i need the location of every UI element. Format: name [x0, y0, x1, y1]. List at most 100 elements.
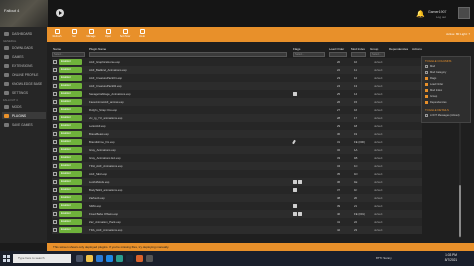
enabled-toggle[interactable]: Enabled	[59, 131, 82, 137]
row-checkbox[interactable]	[53, 164, 57, 168]
name-filter[interactable]: Select...	[52, 52, 85, 57]
enabled-toggle[interactable]: Enabled	[59, 139, 82, 145]
table-row[interactable]: Enabled ZaZout4.esp 38 20 default	[52, 194, 422, 202]
checkbox-checked[interactable]	[425, 95, 428, 98]
group-value[interactable]: default	[374, 76, 382, 80]
row-checkbox[interactable]	[53, 84, 57, 88]
table-row[interactable]: Enabled SavageCabbage_Animations.esp 25 14 d…	[52, 90, 422, 98]
group-filter[interactable]: Select...	[370, 52, 385, 57]
group-value[interactable]: default	[374, 92, 382, 96]
enabled-toggle[interactable]: Enabled	[59, 83, 82, 89]
table-row[interactable]: Enabled FaceAnimsAAF_animat.esp 26 15 defaul…	[52, 98, 422, 106]
column-header-dependencies[interactable]: Dependencies	[389, 47, 408, 51]
taskbar-clock[interactable]: 1:03 PM 8/7/2021	[439, 253, 463, 263]
bell-icon[interactable]: 🔔	[416, 10, 425, 18]
sidebar-item-plugins[interactable]: PLUGINS	[2, 112, 46, 119]
group-value[interactable]: default	[374, 180, 382, 184]
sidebar-item-settings[interactable]: SETTINGS	[2, 89, 46, 96]
table-row[interactable]: Enabled AAF_CreaturePackO1.esp 23 12 default	[52, 74, 422, 82]
enabled-toggle[interactable]: Enabled	[59, 91, 82, 97]
enabled-toggle[interactable]: Enabled	[59, 171, 82, 177]
table-row[interactable]: Enabled Gray_Animations Ext.esp 33 1B defaul…	[52, 154, 422, 162]
play-icon[interactable]	[56, 9, 64, 17]
sidebar-item-games[interactable]: GAMES	[2, 53, 46, 60]
sidebar-item-downloads[interactable]: DOWNLOADS	[2, 44, 46, 51]
weather-widget[interactable]: 87°F Sunny	[376, 256, 392, 260]
checkbox-checked[interactable]	[425, 101, 428, 104]
row-checkbox[interactable]	[53, 204, 57, 208]
enabled-toggle[interactable]: Enabled	[59, 195, 82, 201]
row-checkbox[interactable]	[53, 116, 57, 120]
checkbox-checked[interactable]	[425, 77, 428, 80]
group-value[interactable]: default	[374, 188, 382, 192]
row-checkbox[interactable]	[53, 212, 57, 216]
steam-icon[interactable]	[126, 255, 133, 262]
row-checkbox[interactable]	[53, 60, 57, 64]
sidebar-item-online-profile[interactable]: ONLINE PROFILE	[2, 71, 46, 78]
enabled-toggle[interactable]: Enabled	[59, 163, 82, 169]
sidebar-item-knowledge-base[interactable]: KNOWLEDGE BASE	[2, 80, 46, 87]
row-checkbox[interactable]	[53, 172, 57, 176]
enabled-toggle[interactable]: Enabled	[59, 179, 82, 185]
group-value[interactable]: default	[374, 132, 382, 136]
row-checkbox[interactable]	[53, 100, 57, 104]
enabled-toggle[interactable]: Enabled	[59, 123, 82, 129]
edge-icon[interactable]	[96, 255, 103, 262]
enabled-toggle[interactable]: Enabled	[59, 155, 82, 161]
group-value[interactable]: default	[374, 228, 382, 232]
row-checkbox[interactable]	[53, 124, 57, 128]
row-checkbox[interactable]	[53, 196, 57, 200]
table-row[interactable]: Enabled TDA_AAF_Animations.esp 42 23 default	[52, 226, 422, 234]
plugin-filter[interactable]	[89, 52, 287, 57]
scrollbar-thumb[interactable]	[459, 185, 461, 237]
load-order-filter[interactable]	[329, 52, 347, 57]
group-value[interactable]: default	[374, 164, 382, 168]
group-value[interactable]: default	[374, 124, 382, 128]
row-checkbox[interactable]	[53, 68, 57, 72]
group-value[interactable]: default	[374, 156, 382, 160]
task-view-icon[interactable]	[76, 255, 83, 262]
group-value[interactable]: default	[374, 204, 382, 208]
enabled-toggle[interactable]: Enabled	[59, 203, 82, 209]
enabled-toggle[interactable]: Enabled	[59, 211, 82, 217]
checkbox-checked[interactable]	[425, 89, 428, 92]
row-checkbox[interactable]	[53, 76, 57, 80]
enabled-toggle[interactable]: Enabled	[59, 219, 82, 225]
store-icon[interactable]	[116, 255, 123, 262]
table-row[interactable]: Enabled LeitoAAF.esp 29 18 default	[52, 122, 422, 130]
enabled-toggle[interactable]: Enabled	[59, 59, 82, 65]
windows-start-icon[interactable]	[3, 255, 10, 262]
table-row[interactable]: Enabled TDH_AAF_Animations.esp 34 1C default	[52, 162, 422, 170]
toggle-mod-column[interactable]: Mod	[425, 65, 435, 68]
table-row[interactable]: Enabled Rufgt's_Strap Ons.esp 27 16 default	[52, 106, 422, 114]
enabled-toggle[interactable]: Enabled	[59, 99, 82, 105]
flags-filter[interactable]: Select...	[293, 52, 325, 57]
row-checkbox[interactable]	[53, 148, 57, 152]
open-button[interactable]: Open	[100, 28, 116, 41]
sidebar-item-save-games[interactable]: SAVE GAMES	[2, 121, 46, 128]
group-value[interactable]: default	[374, 212, 382, 216]
enabled-toggle[interactable]: Enabled	[59, 115, 82, 121]
enabled-toggle[interactable]: Enabled	[59, 187, 82, 193]
table-row[interactable]: Enabled AAF_SEU.esp 35 1D default	[52, 170, 422, 178]
taskbar-search-input[interactable]: Type here to search	[13, 254, 71, 263]
refresh-button[interactable]: Refresh	[49, 28, 65, 41]
toggle-mod-category-column[interactable]: Mod Category	[425, 71, 446, 74]
row-checkbox[interactable]	[53, 220, 57, 224]
mail-icon[interactable]	[106, 255, 113, 262]
toggle-mod-index-column[interactable]: Mod Index	[425, 89, 442, 92]
enabled-toggle[interactable]: Enabled	[59, 107, 82, 113]
row-checkbox[interactable]	[53, 188, 57, 192]
sidebar-item-extensions[interactable]: EXTENSIONS	[2, 62, 46, 69]
table-row[interactable]: Enabled BodyTalk3_animations.esp 37 1F defau…	[52, 186, 422, 194]
checkbox-checked[interactable]	[425, 83, 428, 86]
table-row[interactable]: Enabled Fixed Babe Offsets.esp 40 FE (001) d…	[52, 210, 422, 218]
group-value[interactable]: default	[374, 220, 382, 224]
avatar[interactable]	[458, 7, 470, 19]
row-checkbox[interactable]	[53, 92, 57, 96]
mod-index-filter[interactable]	[351, 52, 366, 57]
logout-link[interactable]: Log out	[436, 15, 446, 19]
game-banner[interactable]: Fallout 4	[0, 0, 48, 27]
app-icon[interactable]	[146, 255, 153, 262]
group-value[interactable]: default	[374, 140, 382, 144]
